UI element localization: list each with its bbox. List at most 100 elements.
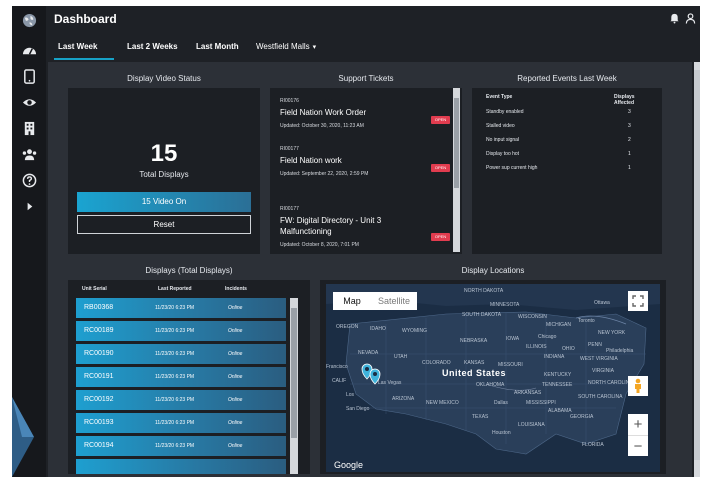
header: Dashboard bbox=[46, 6, 700, 32]
event-count: 3 bbox=[628, 123, 631, 129]
event-row: No input signal 2 bbox=[486, 137, 648, 149]
unit-serial-header: Unit Serial bbox=[82, 286, 107, 292]
tab-last-week[interactable]: Last Week bbox=[58, 42, 97, 51]
unit-serial: RC00190 bbox=[84, 350, 114, 357]
map-label-san-francisco: Francisco bbox=[326, 364, 348, 370]
zoom-in-button[interactable]: + bbox=[628, 414, 648, 435]
event-count: 1 bbox=[628, 151, 631, 157]
table-row[interactable]: RC00193 11/23/20 6:23 PM Online bbox=[76, 413, 286, 433]
building-icon[interactable] bbox=[21, 120, 37, 136]
event-row: Stalled video 3 bbox=[486, 123, 648, 135]
satellite-button[interactable]: Satellite bbox=[371, 292, 417, 310]
ticket-id: RI00177 bbox=[280, 146, 299, 152]
status-text: Online bbox=[228, 328, 243, 334]
bell-icon[interactable] bbox=[669, 13, 680, 24]
map-label-utah: UTAH bbox=[394, 354, 408, 360]
map-label-georgia: GEORGIA bbox=[570, 414, 594, 420]
ticket-title: FW: Digital Directory - Unit 3 Malfuncti… bbox=[280, 216, 382, 236]
map-label-wisconsin: WISCONSIN bbox=[518, 314, 547, 320]
map-label-penn: PENN bbox=[588, 342, 602, 348]
ticket-item[interactable]: RI00177 Field Nation work Updated: Septe… bbox=[280, 146, 450, 178]
total-displays-label: Total Displays bbox=[139, 170, 189, 179]
map-label-mississippi: MISSISSIPPI bbox=[526, 400, 556, 406]
table-row[interactable]: RC00194 11/23/20 6:23 PM Online bbox=[76, 436, 286, 456]
table-row[interactable]: RB00368 11/23/20 6:23 PM Online bbox=[76, 298, 286, 318]
help-icon[interactable] bbox=[21, 172, 37, 188]
play-icon[interactable] bbox=[21, 198, 37, 214]
tab-last-month[interactable]: Last Month bbox=[196, 42, 239, 51]
property-dropdown-label: Westfield Malls bbox=[256, 42, 310, 51]
map-button[interactable]: Map bbox=[333, 292, 371, 310]
page-scrollbar-thumb[interactable] bbox=[694, 70, 700, 460]
ticket-item[interactable]: RI00176 Field Nation Work Order Updated:… bbox=[280, 98, 450, 130]
event-type-header: Event Type bbox=[486, 94, 513, 100]
last-reported: 11/23/20 6:23 PM bbox=[155, 374, 195, 380]
reset-button[interactable]: Reset bbox=[77, 215, 251, 234]
incidents-header: Incidents bbox=[225, 286, 247, 292]
scrollbar-thumb[interactable] bbox=[291, 308, 297, 438]
table-row[interactable]: RC00191 11/23/20 6:23 PM Online bbox=[76, 367, 286, 387]
map-label-alabama: ALABAMA bbox=[548, 408, 572, 414]
last-reported: 11/23/20 6:23 PM bbox=[155, 305, 195, 311]
tab-bar: Last Week Last 2 Weeks Last Month Westfi… bbox=[46, 32, 700, 62]
last-reported-header: Last Reported bbox=[158, 286, 192, 292]
tickets-scrollbar[interactable] bbox=[453, 88, 460, 252]
status-text: Online bbox=[228, 443, 243, 449]
street-view-button[interactable] bbox=[628, 376, 648, 396]
map-type-toggle: Map Satellite bbox=[333, 292, 417, 310]
ticket-id: RI00176 bbox=[280, 98, 299, 104]
map-view[interactable]: NORTH DAKOTA MINNESOTA Ottawa SOUTH DAKO… bbox=[326, 284, 660, 472]
table-row[interactable] bbox=[76, 459, 286, 474]
map-label-louisiana: LOUISIANA bbox=[518, 422, 545, 428]
unit-serial: RC00194 bbox=[84, 442, 114, 449]
map-label-new-york: NEW YORK bbox=[598, 330, 626, 336]
unit-serial: RC00191 bbox=[84, 373, 114, 380]
zoom-out-button[interactable]: − bbox=[628, 435, 648, 456]
page-scrollbar[interactable] bbox=[694, 62, 700, 477]
map-label-michigan: MICHIGAN bbox=[546, 322, 571, 328]
map-label-wyoming: WYOMING bbox=[402, 328, 427, 334]
display-locations-title: Display Locations bbox=[320, 262, 666, 280]
speedometer-icon[interactable] bbox=[21, 42, 37, 58]
scrollbar-thumb[interactable] bbox=[454, 98, 459, 188]
ticket-item[interactable]: RI00177 FW: Digital Directory - Unit 3 M… bbox=[280, 206, 450, 249]
globe-icon[interactable] bbox=[21, 12, 37, 28]
tablet-icon[interactable] bbox=[21, 68, 37, 84]
table-row[interactable]: RC00192 11/23/20 6:23 PM Online bbox=[76, 390, 286, 410]
total-displays-count: 15 bbox=[150, 140, 178, 167]
event-count: 1 bbox=[628, 165, 631, 171]
status-badge: OPEN bbox=[431, 116, 450, 124]
map-label-kansas: KANSAS bbox=[464, 360, 485, 366]
fullscreen-button[interactable] bbox=[628, 291, 648, 311]
page-title: Dashboard bbox=[54, 12, 117, 26]
user-icon[interactable] bbox=[685, 13, 696, 24]
map-label-north-dakota: NORTH DAKOTA bbox=[464, 288, 504, 294]
status-badge: OPEN bbox=[431, 164, 450, 172]
displays-scrollbar[interactable] bbox=[290, 298, 298, 474]
status-text: Online bbox=[228, 374, 243, 380]
tab-last-2-weeks[interactable]: Last 2 Weeks bbox=[127, 42, 178, 51]
pegman-icon bbox=[635, 378, 641, 393]
map-label-chicago: Chicago bbox=[538, 334, 557, 340]
map-label-ohio: OHIO bbox=[562, 346, 575, 352]
video-status-title: Display Video Status bbox=[68, 70, 260, 88]
users-icon[interactable] bbox=[21, 146, 37, 162]
last-reported: 11/23/20 6:23 PM bbox=[155, 420, 195, 426]
video-on-button[interactable]: 15 Video On bbox=[77, 192, 251, 212]
map-label-idaho: IDAHO bbox=[370, 326, 386, 332]
table-row[interactable]: RC00189 11/23/20 6:23 PM Online bbox=[76, 321, 286, 341]
reported-events-title: Reported Events Last Week bbox=[472, 70, 662, 88]
eye-icon[interactable] bbox=[21, 94, 37, 110]
status-text: Online bbox=[228, 397, 243, 403]
property-dropdown[interactable]: Westfield Malls ▾ bbox=[256, 42, 316, 51]
ticket-title: Field Nation work bbox=[280, 156, 342, 165]
status-text: Online bbox=[228, 420, 243, 426]
map-label-arizona: ARIZONA bbox=[392, 396, 415, 402]
map-label-texas: TEXAS bbox=[472, 414, 489, 420]
status-text: Online bbox=[228, 305, 243, 311]
dashboard-main: Display Video Status 15 Total Displays 1… bbox=[48, 62, 692, 477]
table-row[interactable]: RC00190 11/23/20 6:23 PM Online bbox=[76, 344, 286, 364]
ticket-title: Field Nation Work Order bbox=[280, 108, 367, 117]
fullscreen-icon bbox=[632, 295, 644, 307]
video-status-panel: Display Video Status 15 Total Displays 1… bbox=[68, 70, 260, 254]
